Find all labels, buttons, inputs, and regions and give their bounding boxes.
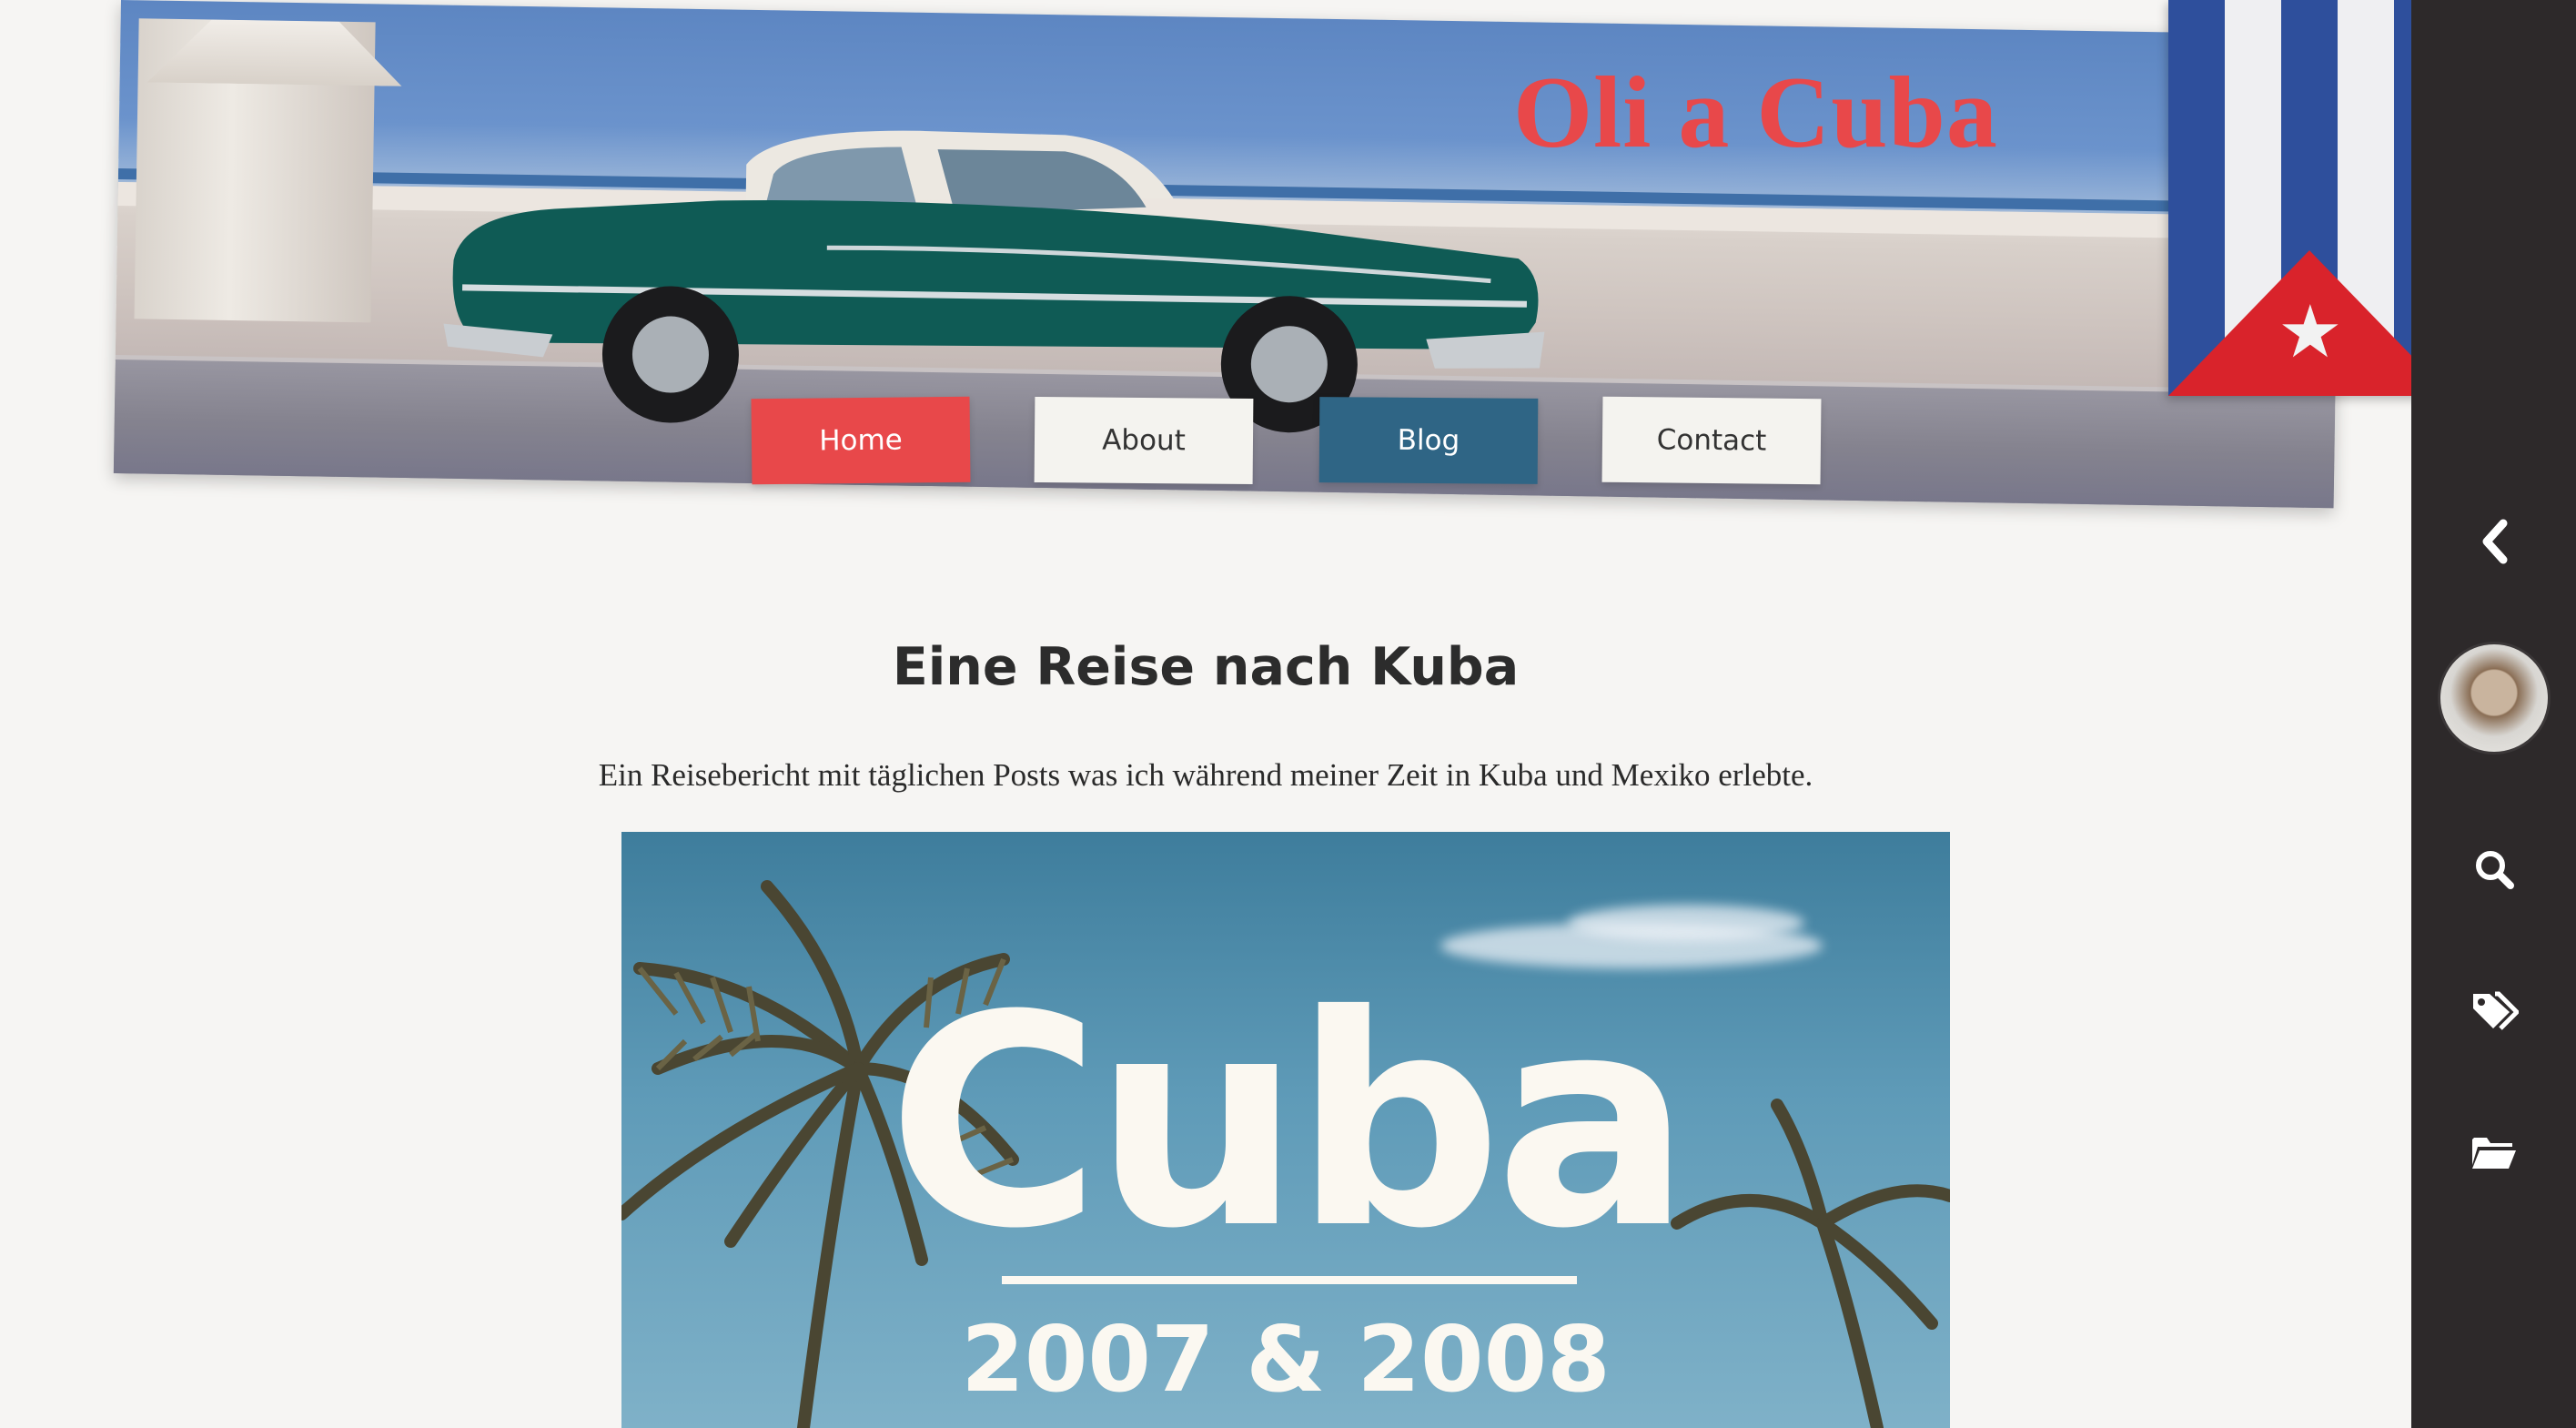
- cuban-flag-image: ★: [2168, 0, 2450, 396]
- post-title[interactable]: Eine Reise nach Kuba: [0, 637, 2411, 697]
- site-title[interactable]: Oli a Cuba: [1513, 62, 1998, 164]
- chevron-left-icon[interactable]: [2411, 505, 2576, 578]
- search-icon[interactable]: [2411, 842, 2576, 896]
- nav-home[interactable]: Home: [751, 396, 971, 485]
- right-sidebar: [2411, 0, 2576, 1428]
- banner-pillar: [134, 18, 375, 323]
- avatar[interactable]: [2411, 642, 2576, 755]
- post-subtitle: Ein Reisebericht mit täglichen Posts was…: [598, 757, 1813, 793]
- tags-icon[interactable]: [2411, 983, 2576, 1038]
- main-nav: Home About Blog Contact: [0, 396, 2411, 489]
- hero-title: Cuba: [887, 954, 1692, 1292]
- hero-divider: [1002, 1276, 1577, 1284]
- nav-about[interactable]: About: [1034, 396, 1254, 485]
- nav-blog[interactable]: Blog: [1318, 397, 1539, 484]
- folder-open-icon[interactable]: [2411, 1125, 2576, 1180]
- nav-contact[interactable]: Contact: [1601, 396, 1822, 485]
- hero-image[interactable]: Cuba 2007 & 2008: [621, 832, 1950, 1428]
- hero-years: 2007 & 2008: [961, 1306, 1611, 1413]
